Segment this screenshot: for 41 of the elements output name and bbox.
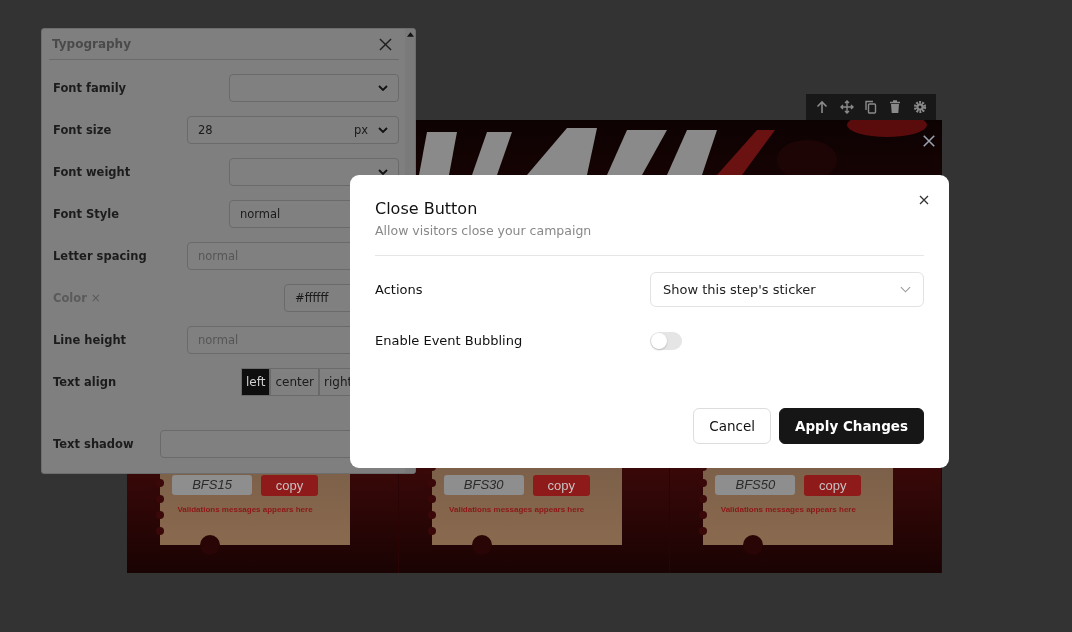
close-icon[interactable] <box>919 195 929 205</box>
notch-hole <box>200 535 220 555</box>
chevron-down-icon <box>378 127 388 133</box>
chevron-down-icon <box>900 286 911 293</box>
size-field[interactable]: 28 px <box>187 116 399 144</box>
close-icon[interactable] <box>922 134 936 148</box>
field-label: Text shadow <box>53 437 134 451</box>
copy-button[interactable]: copy <box>532 475 590 496</box>
move-icon[interactable] <box>839 100 854 114</box>
coupon-code: BFS30 <box>443 475 524 495</box>
arrow-up-icon[interactable] <box>815 100 830 114</box>
select-field[interactable]: Show this step's sticker <box>650 272 924 307</box>
field-label: Font size <box>53 123 112 137</box>
validation-message: Validations messages appears here <box>449 505 585 514</box>
field-label: Text align <box>53 375 117 389</box>
field-label: Font weight <box>53 165 131 179</box>
select-field[interactable] <box>229 74 399 102</box>
select-field[interactable] <box>229 158 399 186</box>
cancel-button[interactable]: Cancel <box>693 408 771 444</box>
field-label: Line height <box>53 333 127 347</box>
field-label: Letter spacing <box>53 249 147 263</box>
coupon-code: BFS15 <box>172 475 252 495</box>
align-option[interactable]: center <box>270 368 320 396</box>
scroll-up-icon[interactable] <box>406 32 414 37</box>
notch-hole <box>471 535 492 555</box>
copy-icon[interactable] <box>863 100 878 114</box>
validation-message: Validations messages appears here <box>720 505 856 514</box>
settings-icon[interactable] <box>912 100 927 114</box>
apply-button[interactable]: Apply Changes <box>779 408 924 444</box>
chevron-down-icon <box>378 169 388 175</box>
field-label: Font family <box>53 81 127 95</box>
validation-message: Validations messages appears here <box>177 505 313 514</box>
copy-button[interactable]: copy <box>804 475 862 496</box>
notch-hole <box>743 535 764 555</box>
trash-icon[interactable] <box>888 100 903 114</box>
toggle-switch[interactable] <box>650 331 682 350</box>
field-label: Font Style <box>53 207 119 221</box>
copy-button[interactable]: copy <box>261 475 318 496</box>
coupon-code: BFS50 <box>715 475 796 495</box>
chevron-down-icon <box>378 85 388 91</box>
align-option[interactable]: left <box>241 368 271 396</box>
